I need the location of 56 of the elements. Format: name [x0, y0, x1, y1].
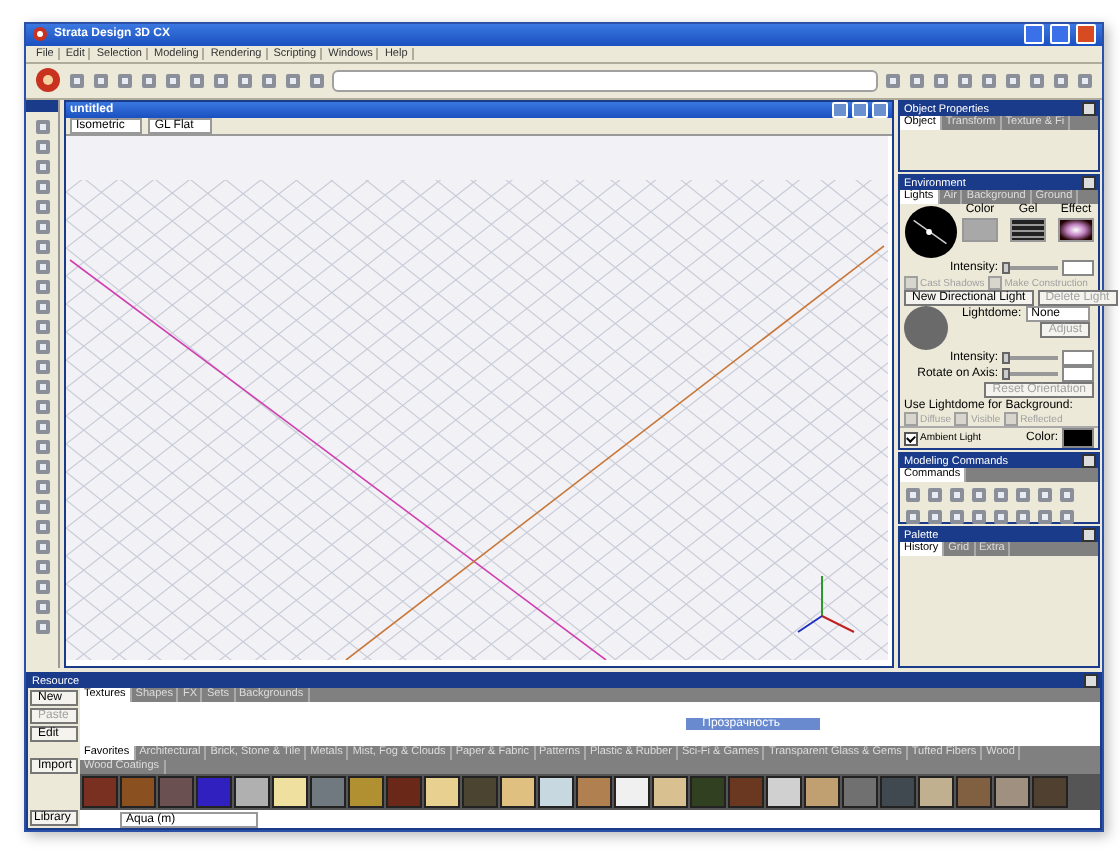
- texture-thumbnail[interactable]: [918, 776, 954, 808]
- palette-header: [26, 100, 58, 113]
- close-button[interactable]: [1082, 176, 1096, 191]
- color-swatch[interactable]: [1062, 428, 1094, 449]
- texture-thumbnail[interactable]: [500, 776, 536, 808]
- texture-thumbnail[interactable]: [690, 776, 726, 808]
- texture-thumbnail[interactable]: [1032, 776, 1068, 808]
- text-field[interactable]: [332, 69, 878, 92]
- close-button[interactable]: [1082, 102, 1096, 117]
- close-button[interactable]: [1082, 528, 1096, 543]
- app-logo-icon[interactable]: [32, 26, 48, 43]
- slider-track[interactable]: [1002, 262, 1058, 275]
- texture-thumbnail[interactable]: [158, 776, 194, 808]
- texture-thumbnail[interactable]: [234, 776, 270, 808]
- slider-thumb[interactable]: [1002, 352, 1010, 365]
- texture-thumbnail[interactable]: [462, 776, 498, 808]
- slider-thumb[interactable]: [1002, 368, 1010, 381]
- effect-swatch[interactable]: [1058, 218, 1094, 243]
- texture-thumbnail[interactable]: [652, 776, 688, 808]
- texture-thumbnail[interactable]: [424, 776, 460, 808]
- texture-thumbnail[interactable]: [538, 776, 574, 808]
- texture-thumbnail[interactable]: [842, 776, 878, 808]
- lightdome-preview: [904, 306, 948, 351]
- minimize-button[interactable]: [832, 102, 848, 119]
- app-logo-icon[interactable]: [34, 66, 62, 95]
- slider-thumb[interactable]: [1002, 262, 1010, 275]
- texture-thumbnail[interactable]: [310, 776, 346, 808]
- texture-thumbnail[interactable]: [614, 776, 650, 808]
- maximize-button[interactable]: [852, 102, 868, 119]
- checkbox[interactable]: [904, 431, 918, 446]
- texture-thumbnail[interactable]: [994, 776, 1030, 808]
- texture-thumbnail[interactable]: [766, 776, 802, 808]
- axis-gizmo-drawing: [797, 575, 855, 634]
- texture-thumbnail[interactable]: [120, 776, 156, 808]
- color-swatch[interactable]: [962, 218, 998, 243]
- texture-thumbnail[interactable]: [804, 776, 840, 808]
- slider-track[interactable]: [1002, 352, 1058, 365]
- light-direction-icon[interactable]: [904, 204, 958, 261]
- close-button[interactable]: [1082, 454, 1096, 469]
- texture-thumbnail[interactable]: [728, 776, 764, 808]
- minimize-button[interactable]: [1024, 24, 1044, 45]
- close-button[interactable]: [1084, 674, 1098, 688]
- texture-thumbnail[interactable]: [82, 776, 118, 808]
- number-field[interactable]: [1062, 260, 1094, 277]
- texture-thumbnail[interactable]: [956, 776, 992, 808]
- number-field[interactable]: [1062, 350, 1094, 367]
- texture-thumbnail[interactable]: [272, 776, 308, 808]
- texture-thumbnail[interactable]: [196, 776, 232, 808]
- slider-track[interactable]: [1002, 368, 1058, 381]
- texture-thumbnail[interactable]: [576, 776, 612, 808]
- texture-thumbnail[interactable]: [386, 776, 422, 808]
- texture-thumbnail[interactable]: [348, 776, 384, 808]
- gel-swatch[interactable]: [1010, 218, 1046, 243]
- texture-thumbnail[interactable]: [880, 776, 916, 808]
- number-field[interactable]: [1062, 366, 1094, 383]
- maximize-button[interactable]: [1050, 24, 1070, 45]
